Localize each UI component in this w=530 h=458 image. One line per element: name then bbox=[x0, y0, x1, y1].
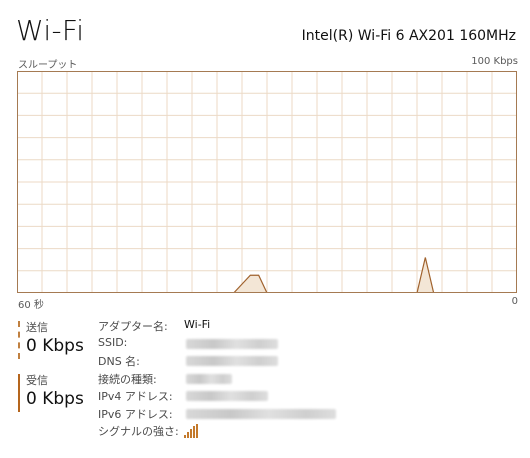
ssid-label: SSID: bbox=[98, 335, 128, 349]
adapter-name-label: アダプター名: bbox=[98, 320, 168, 333]
wifi-signal-bars-icon bbox=[184, 424, 200, 438]
send-value: 0 Kbps bbox=[26, 336, 84, 356]
ipv6-label: IPv6 アドレス: bbox=[98, 407, 173, 421]
chart-label-throughput: スループット bbox=[18, 60, 78, 71]
chart-label-max: 100 Kbps bbox=[471, 56, 518, 67]
connection-type-redacted-value bbox=[186, 373, 232, 384]
dns-redacted-value bbox=[186, 356, 278, 366]
receive-label: 受信 bbox=[26, 374, 48, 387]
chart-axis-right-label: 0 bbox=[511, 296, 518, 307]
throughput-chart bbox=[17, 71, 517, 293]
throughput-chart-svg bbox=[17, 71, 517, 293]
receive-legend-marker bbox=[18, 374, 20, 412]
send-label: 送信 bbox=[26, 321, 48, 334]
signal-strength-label: シグナルの強さ: bbox=[98, 425, 179, 438]
ssid-redacted-value bbox=[186, 338, 278, 349]
page-title: Wi-Fi bbox=[16, 14, 85, 47]
receive-value: 0 Kbps bbox=[26, 389, 84, 409]
adapter-name-value: Wi-Fi bbox=[184, 318, 211, 331]
dns-label: DNS 名: bbox=[98, 355, 140, 368]
send-legend-marker bbox=[18, 321, 20, 359]
ipv4-redacted-value bbox=[186, 391, 268, 401]
send-stat[interactable]: 送信 0 Kbps bbox=[18, 319, 92, 361]
adapter-name: Intel(R) Wi-Fi 6 AX201 160MHz bbox=[301, 28, 516, 44]
ipv6-redacted-value bbox=[186, 408, 336, 419]
connection-type-label: 接続の種類: bbox=[98, 372, 157, 386]
receive-stat[interactable]: 受信 0 Kbps bbox=[18, 372, 92, 414]
ipv4-label: IPv4 アドレス: bbox=[98, 390, 173, 403]
chart-axis-left-label: 60 秒 bbox=[18, 300, 44, 311]
